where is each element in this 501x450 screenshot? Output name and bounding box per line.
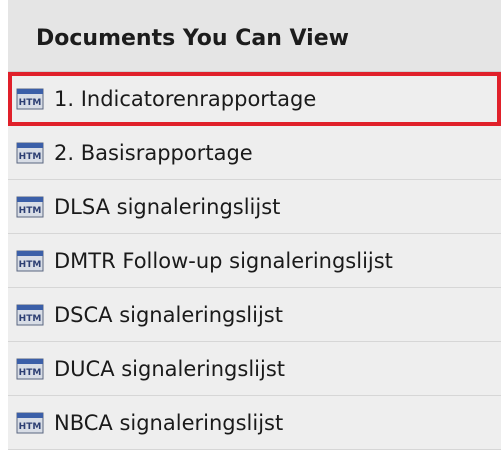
html-document-icon: HTM: [16, 88, 44, 110]
html-document-icon: HTM: [16, 412, 44, 434]
svg-text:HTM: HTM: [19, 152, 42, 162]
html-document-icon: HTM: [16, 358, 44, 380]
svg-text:HTM: HTM: [19, 368, 42, 378]
document-label: DUCA signaleringslijst: [54, 356, 286, 381]
svg-text:HTM: HTM: [19, 260, 42, 270]
document-item-dlsa[interactable]: HTM DLSA signaleringslijst: [8, 180, 501, 234]
documents-panel: Documents You Can View HTM 1. Indicatore…: [0, 0, 501, 450]
document-label: NBCA signaleringslijst: [54, 410, 284, 435]
html-document-icon: HTM: [16, 196, 44, 218]
document-item-duca[interactable]: HTM DUCA signaleringslijst: [8, 342, 501, 396]
document-item-dsca[interactable]: HTM DSCA signaleringslijst: [8, 288, 501, 342]
html-document-icon: HTM: [16, 304, 44, 326]
document-item-basisrapportage[interactable]: HTM 2. Basisrapportage: [8, 126, 501, 180]
html-document-icon: HTM: [16, 250, 44, 272]
document-item-indicatorenrapportage[interactable]: HTM 1. Indicatorenrapportage: [8, 72, 501, 126]
svg-text:HTM: HTM: [19, 98, 42, 108]
document-label: 2. Basisrapportage: [54, 140, 253, 165]
document-label: DLSA signaleringslijst: [54, 194, 281, 219]
svg-text:HTM: HTM: [19, 422, 42, 432]
svg-text:HTM: HTM: [19, 314, 42, 324]
document-list: HTM 1. Indicatorenrapportage HTM 2. Basi…: [8, 72, 501, 450]
document-label: 1. Indicatorenrapportage: [54, 86, 317, 111]
document-label: DSCA signaleringslijst: [54, 302, 283, 327]
svg-text:HTM: HTM: [19, 206, 42, 216]
document-item-dmtr-follow-up[interactable]: HTM DMTR Follow-up signaleringslijst: [8, 234, 501, 288]
document-item-nbca[interactable]: HTM NBCA signaleringslijst: [8, 396, 501, 450]
panel-title: Documents You Can View: [8, 0, 501, 72]
html-document-icon: HTM: [16, 142, 44, 164]
document-label: DMTR Follow-up signaleringslijst: [54, 248, 393, 273]
